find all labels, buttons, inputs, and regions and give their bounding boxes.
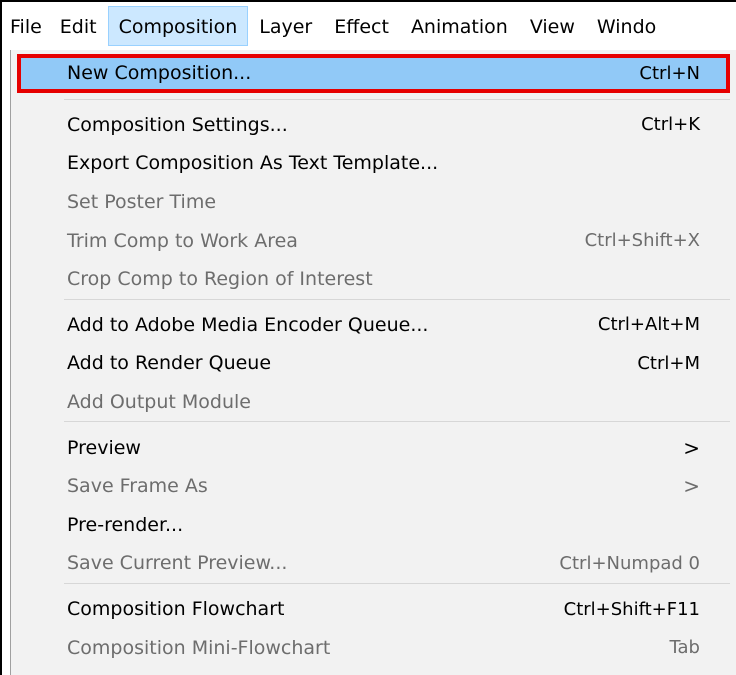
menu-item-composition-flowchart[interactable]: Composition Flowchart Ctrl+Shift+F11 — [11, 590, 736, 629]
menu-item-trim-comp: Trim Comp to Work Area Ctrl+Shift+X — [11, 221, 736, 260]
menu-bar: File Edit Composition Layer Effect Anima… — [2, 2, 736, 50]
composition-dropdown-menu: New Composition... Ctrl+N Composition Se… — [10, 50, 736, 675]
menubar-view[interactable]: View — [519, 6, 586, 46]
menu-separator — [64, 98, 730, 100]
menu-item-shortcut: Tab — [669, 637, 700, 659]
menubar-animation[interactable]: Animation — [400, 6, 519, 46]
menu-item-label: Preview — [67, 436, 141, 459]
menu-item-pre-render[interactable]: Pre-render... — [11, 506, 736, 545]
menu-item-label: Add to Render Queue — [67, 352, 272, 375]
chevron-right-icon: > — [683, 474, 700, 499]
menu-separator — [64, 582, 730, 584]
menu-item-new-composition[interactable]: New Composition... Ctrl+N — [17, 54, 730, 93]
menu-item-shortcut: Ctrl+K — [641, 114, 700, 136]
menu-separator — [64, 421, 730, 423]
menubar-file[interactable]: File — [2, 6, 49, 46]
menu-item-label: Save Current Preview... — [67, 552, 288, 575]
menu-item-shortcut: Ctrl+Numpad 0 — [559, 552, 700, 574]
menu-item-composition-mini-flowchart: Composition Mini-Flowchart Tab — [11, 628, 736, 667]
menu-item-add-to-media-encoder[interactable]: Add to Adobe Media Encoder Queue... Ctrl… — [11, 306, 736, 345]
menu-item-shortcut: Ctrl+N — [639, 62, 700, 84]
menu-item-label: Add Output Module — [67, 391, 251, 414]
menu-item-add-to-render-queue[interactable]: Add to Render Queue Ctrl+M — [11, 344, 736, 383]
menu-item-label: New Composition... — [67, 62, 252, 85]
menu-item-label: Composition Flowchart — [67, 598, 285, 621]
menu-item-shortcut: Ctrl+M — [637, 352, 700, 374]
menu-item-label: Save Frame As — [67, 475, 208, 498]
menu-item-label: Crop Comp to Region of Interest — [67, 268, 373, 291]
menu-item-label: Set Poster Time — [67, 191, 217, 214]
menubar-window[interactable]: Windo — [586, 6, 667, 46]
menu-item-label: Export Composition As Text Template... — [67, 152, 439, 175]
menu-item-shortcut: Ctrl+Alt+M — [597, 314, 700, 336]
menu-item-preview[interactable]: Preview > — [11, 428, 736, 467]
menu-item-label: Add to Adobe Media Encoder Queue... — [67, 313, 429, 336]
menu-item-add-output-module: Add Output Module — [11, 383, 736, 422]
menubar-composition[interactable]: Composition — [107, 6, 249, 46]
menubar-effect[interactable]: Effect — [323, 6, 400, 46]
menu-item-label: Pre-render... — [67, 513, 184, 536]
menu-item-composition-settings[interactable]: Composition Settings... Ctrl+K — [11, 106, 736, 145]
menu-item-save-current-preview: Save Current Preview... Ctrl+Numpad 0 — [11, 544, 736, 583]
menu-item-label: Composition Mini-Flowchart — [67, 636, 331, 659]
menu-item-label: Trim Comp to Work Area — [67, 229, 298, 252]
menu-item-export-text-template[interactable]: Export Composition As Text Template... — [11, 144, 736, 183]
menu-item-save-frame-as: Save Frame As > — [11, 467, 736, 506]
screenshot-frame-left — [0, 0, 2, 675]
menubar-layer[interactable]: Layer — [248, 6, 323, 46]
menu-item-shortcut: Ctrl+Shift+F11 — [563, 598, 700, 620]
menu-item-label: Composition Settings... — [67, 113, 288, 136]
menu-item-shortcut: Ctrl+Shift+X — [584, 230, 700, 252]
menu-item-set-poster-time: Set Poster Time — [11, 183, 736, 222]
chevron-right-icon: > — [683, 435, 700, 460]
menu-item-crop-comp: Crop Comp to Region of Interest — [11, 260, 736, 299]
menubar-edit[interactable]: Edit — [49, 6, 108, 46]
menu-separator — [64, 298, 730, 300]
